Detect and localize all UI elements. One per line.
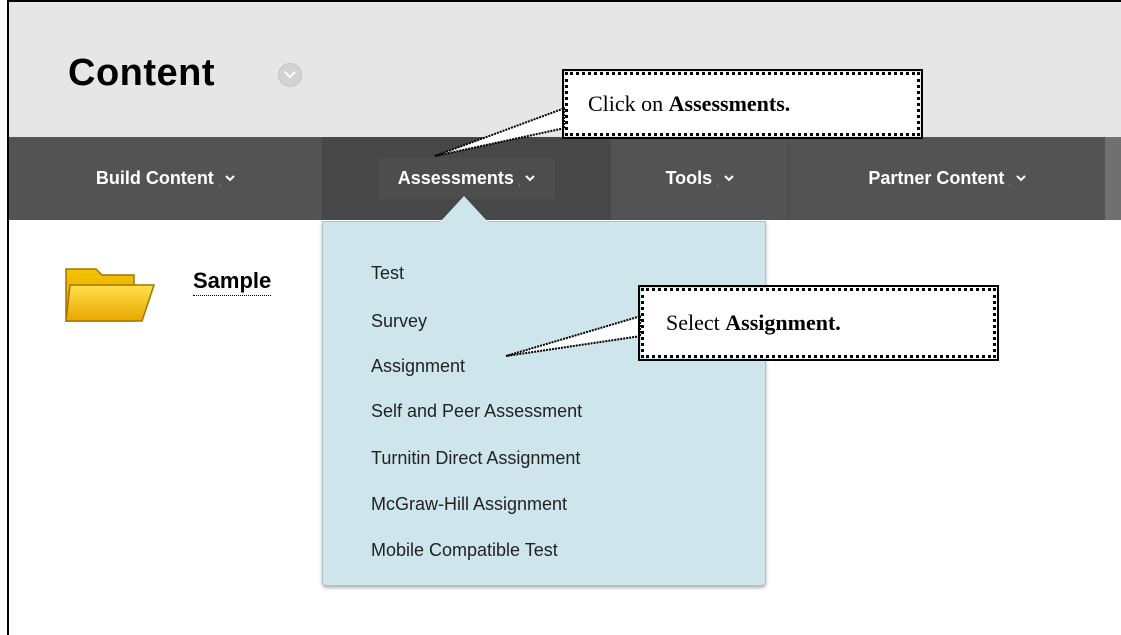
callout-click-assessments: Click on Assessments.: [562, 69, 923, 139]
callout-prefix: Select: [666, 310, 726, 335]
callout-bold: Assessments.: [668, 91, 791, 116]
callout-bold: Assignment.: [725, 310, 841, 335]
callout-select-assignment: Select Assignment.: [638, 285, 999, 361]
callout-prefix: Click on: [588, 91, 669, 116]
